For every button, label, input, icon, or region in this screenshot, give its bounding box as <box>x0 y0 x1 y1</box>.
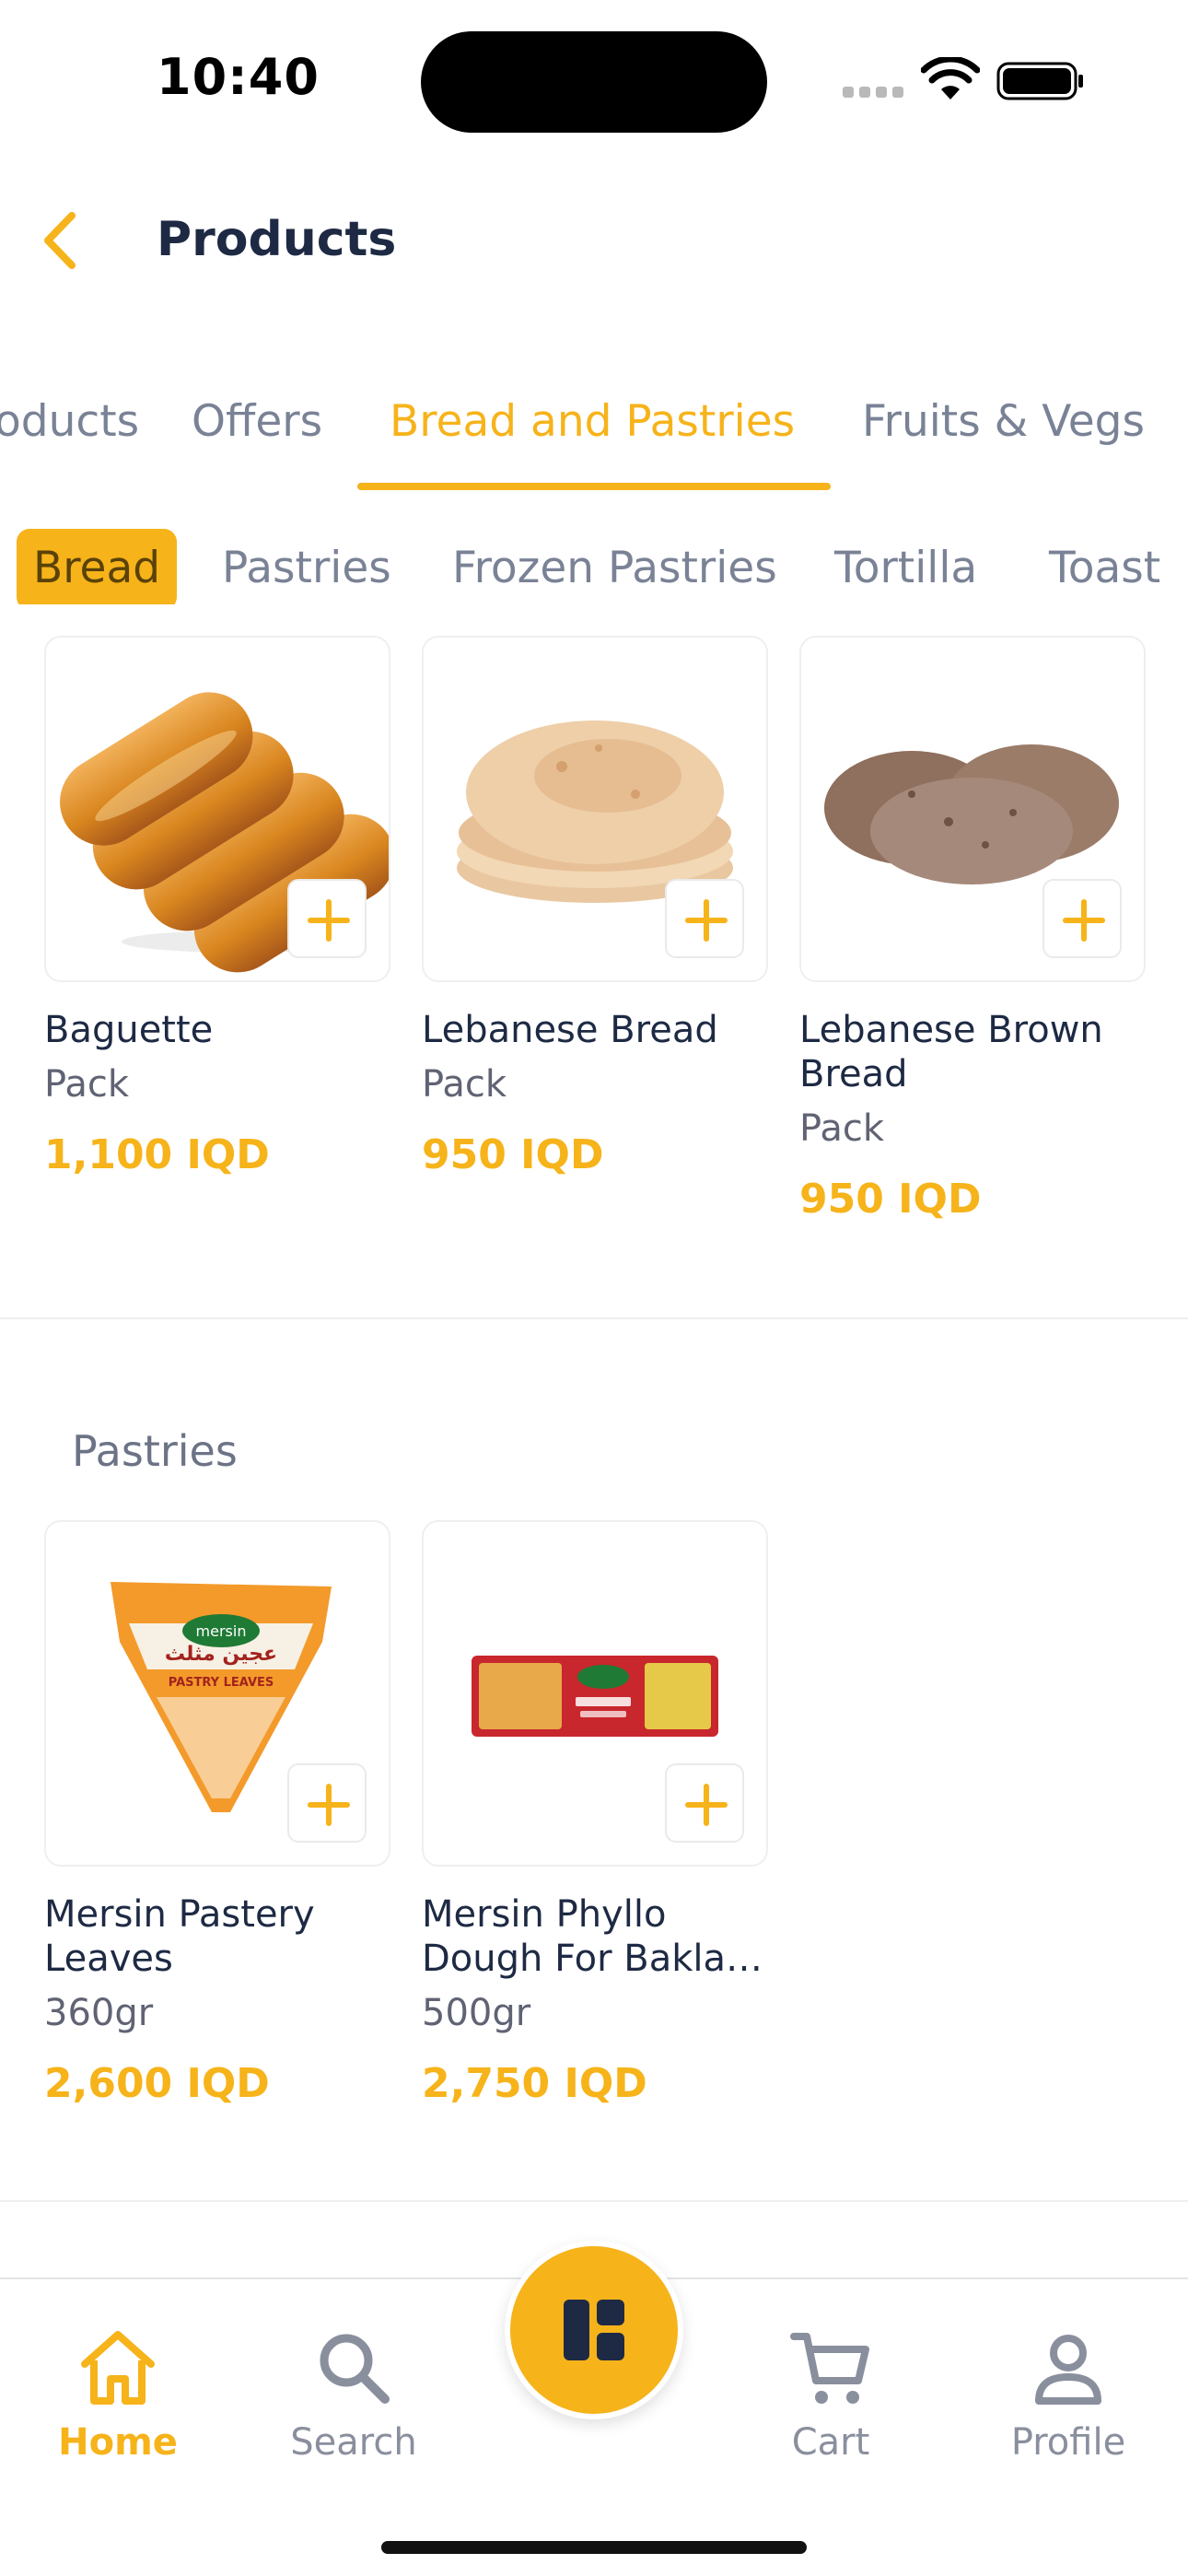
tab-offers[interactable]: Offers <box>192 396 322 447</box>
home-indicator <box>381 2541 807 2554</box>
subtab-pastries[interactable]: Pastries <box>222 529 391 604</box>
product-name: Baguette <box>44 1009 214 1051</box>
nav-home[interactable]: Home <box>26 2324 210 2464</box>
categories-grid-icon <box>564 2300 624 2360</box>
product-price: 2,600 IQD <box>44 2060 270 2107</box>
package-english-text: PASTRY LEAVES <box>169 1676 274 1690</box>
nav-cart[interactable]: Cart <box>739 2324 923 2464</box>
product-unit: Pack <box>799 1107 884 1150</box>
page-title: Products <box>157 212 397 267</box>
nav-label: Cart <box>791 2421 870 2464</box>
add-to-cart-button[interactable] <box>665 879 744 958</box>
product-price: 950 IQD <box>799 1176 982 1223</box>
cellular-signal-icon <box>843 87 905 98</box>
product-unit: 500gr <box>422 1992 531 2034</box>
subtab-toast[interactable]: Toast <box>1049 529 1160 604</box>
product-unit: 360gr <box>44 1992 154 2034</box>
product-image-frame[interactable]: mersin عجين مثلث PASTRY LEAVES <box>44 1520 390 1867</box>
product-name: Mersin Pastery Leaves <box>44 1893 315 1980</box>
product-name: Lebanese Brown Bread <box>799 1009 1103 1095</box>
product-name: Lebanese Bread <box>422 1009 718 1051</box>
product-image-frame[interactable] <box>799 636 1146 982</box>
product-image-frame[interactable] <box>422 1520 768 1867</box>
nav-label: Profile <box>1010 2421 1126 2464</box>
subtab-frozen-pastries[interactable]: Frozen Pastries <box>452 529 777 604</box>
section-divider <box>0 1317 1188 1319</box>
profile-icon <box>1035 2335 1101 2405</box>
product-image-frame[interactable] <box>44 636 390 982</box>
status-time: 10:40 <box>157 48 320 106</box>
nav-label: Search <box>290 2421 417 2464</box>
add-to-cart-button[interactable] <box>287 879 367 958</box>
battery-icon <box>996 62 1083 100</box>
section-title: Pastries <box>72 1426 238 1476</box>
product-card[interactable]: Baguette Pack 1,100 IQD <box>44 636 390 1178</box>
dynamic-island <box>421 31 767 133</box>
tab-bread-and-pastries[interactable]: Bread and Pastries <box>390 396 795 447</box>
product-name: Mersin Phyllo Dough For Bakla… <box>422 1892 768 1981</box>
categories-button[interactable] <box>505 2241 683 2419</box>
subtab-bread[interactable]: Bread <box>17 529 178 604</box>
active-tab-indicator <box>357 483 831 490</box>
product-price: 1,100 IQD <box>44 1131 270 1178</box>
home-icon <box>81 2331 155 2405</box>
product-name-line: Dough For Bakla… <box>422 1938 763 1980</box>
product-unit: Pack <box>422 1063 507 1106</box>
nav-search[interactable]: Search <box>262 2324 446 2464</box>
product-name-line: Mersin Phyllo <box>422 1893 667 1936</box>
status-bar: 10:40 <box>0 0 1188 157</box>
search-icon <box>320 2334 390 2404</box>
product-unit: Pack <box>44 1063 129 1106</box>
product-price: 950 IQD <box>422 1131 604 1178</box>
category-tabs: oducts Offers Bread and Pastries Fruits … <box>0 369 1188 498</box>
product-image-frame[interactable] <box>422 636 768 982</box>
cart-icon <box>790 2333 869 2404</box>
package-brand-text: mersin <box>196 1622 247 1640</box>
wifi-icon <box>921 57 980 100</box>
subtab-tortilla[interactable]: Tortilla <box>834 529 977 604</box>
nav-label: Home <box>58 2421 178 2464</box>
tab-products[interactable]: oducts <box>0 396 139 447</box>
add-to-cart-button[interactable] <box>1042 879 1122 958</box>
product-card[interactable]: Mersin Phyllo Dough For Bakla… 500gr 2,7… <box>422 1520 768 2107</box>
package-arabic-text: عجين مثلث <box>165 1643 277 1666</box>
nav-profile[interactable]: Profile <box>976 2324 1160 2464</box>
chevron-left-icon[interactable] <box>35 208 87 273</box>
add-to-cart-button[interactable] <box>665 1763 744 1843</box>
product-card[interactable]: Lebanese Brown Bread Pack 950 IQD <box>799 636 1146 1223</box>
add-to-cart-button[interactable] <box>287 1763 367 1843</box>
tab-fruits-vegs[interactable]: Fruits & Vegs <box>862 396 1145 447</box>
header: Products <box>0 184 1188 295</box>
bottom-nav: Home Search Cart Profile <box>0 2241 1188 2576</box>
section-divider <box>0 2200 1188 2202</box>
product-card[interactable]: Lebanese Bread Pack 950 IQD <box>422 636 768 1178</box>
product-price: 2,750 IQD <box>422 2060 647 2107</box>
product-card[interactable]: mersin عجين مثلث PASTRY LEAVES Mersin Pa… <box>44 1520 390 2107</box>
subcategory-tabs: Bread Pastries Frozen Pastries Tortilla … <box>0 521 1188 604</box>
